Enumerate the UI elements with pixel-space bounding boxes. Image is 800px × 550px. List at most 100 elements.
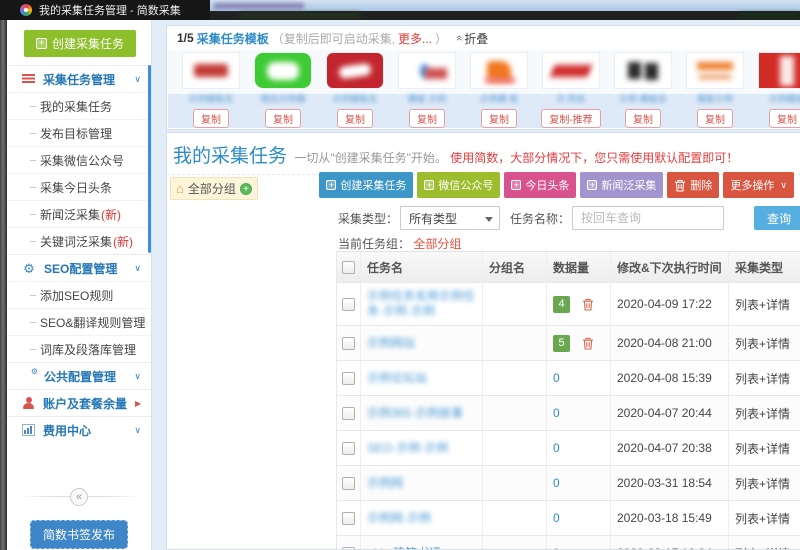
- template-copy-button[interactable]: 复制: [481, 109, 517, 128]
- template-copy-button[interactable]: 复制: [337, 109, 373, 128]
- task-name-link[interactable]: 示例网·示例: [367, 511, 431, 526]
- data-count-link[interactable]: 0: [553, 476, 560, 490]
- action-button-5[interactable]: 删除: [667, 172, 720, 198]
- sidebar-item-label: 发布目标管理: [40, 126, 113, 141]
- sidebar-section-account[interactable]: 账户及套餐余量 ▶: [7, 389, 151, 416]
- browser-tab[interactable]: 我的采集任务管理 - 简数采集: [0, 0, 210, 20]
- fold-template-button[interactable]: « 折叠: [453, 30, 488, 47]
- red-app-logo-icon[interactable]: [326, 52, 384, 89]
- create-collect-task-button[interactable]: + 创建采集任务: [24, 30, 136, 57]
- template-card-label[interactable]: 示例模板名: [188, 92, 233, 105]
- template-copy-button[interactable]: 复制: [697, 109, 733, 128]
- next-run-time: 2020-04-07 20:44: [617, 406, 712, 420]
- template-copy-button[interactable]: 复制: [193, 109, 229, 128]
- task-name-link[interactable]: 示例网: [367, 476, 403, 491]
- row-checkbox[interactable]: [342, 441, 355, 455]
- template-more-link[interactable]: 更多...: [398, 30, 432, 47]
- data-count-badge[interactable]: 4: [553, 295, 570, 313]
- sidebar-section-collect[interactable]: 采集任务管理 ∨: [7, 65, 151, 92]
- sidebar-section-billing[interactable]: 费用中心 ∨: [7, 416, 151, 443]
- sidebar-section-seo[interactable]: ⚙ SEO配置管理 ∨: [7, 254, 151, 281]
- task-name-link[interactable]: 示例365·示例故事: [367, 406, 463, 421]
- template-card-label[interactable]: 微信示例模: [260, 92, 305, 105]
- row-checkbox[interactable]: [342, 336, 355, 350]
- template-copy-button[interactable]: 复制: [409, 109, 445, 128]
- action-button-3[interactable]: + 今日头条: [504, 172, 577, 198]
- collect-type-select[interactable]: 所有类型: [400, 206, 501, 230]
- select-all-checkbox[interactable]: [342, 260, 355, 274]
- template-card-label[interactable]: 示例模 板: [480, 92, 519, 105]
- task-name-link[interactable]: 示例任务名称示例任务·示例·示例: [367, 289, 476, 319]
- group-name-cell: [483, 283, 547, 325]
- green-app-logo-icon[interactable]: [254, 52, 312, 89]
- group-name-cell: [483, 501, 547, 535]
- add-group-icon[interactable]: +: [239, 182, 252, 195]
- data-count-badge[interactable]: 5: [553, 334, 570, 352]
- sidebar-item[interactable]: 添加SEO规则: [7, 281, 151, 308]
- data-count-link[interactable]: 0: [553, 546, 560, 549]
- sidebar-item[interactable]: 关键词泛采集 (新): [7, 227, 151, 254]
- row-checkbox[interactable]: [342, 406, 355, 420]
- red-block-logo-icon[interactable]: [758, 52, 800, 89]
- sidebar-item[interactable]: SEO&翻译规则管理: [7, 308, 151, 335]
- sidebar-scrollbar[interactable]: [148, 65, 151, 253]
- template-card: 示例模板名 复制: [180, 52, 242, 128]
- task-name-link[interactable]: 示例网站: [367, 336, 415, 351]
- template-title-link[interactable]: 采集任务模板: [197, 30, 269, 47]
- template-copy-button[interactable]: 复制: [265, 109, 301, 128]
- row-checkbox[interactable]: [342, 511, 355, 525]
- data-count-link[interactable]: 0: [553, 441, 560, 455]
- table-row: abbs建筑书评 0 2020-03-17 10:34 列表+详情: [337, 536, 800, 550]
- template-copy-button[interactable]: 复制: [625, 109, 661, 128]
- blue-dot-logo-icon[interactable]: [398, 52, 456, 89]
- data-count-link[interactable]: 0: [553, 406, 560, 420]
- collect-type-cell: 列表+详情: [729, 536, 800, 550]
- sidebar-item[interactable]: 我的采集任务: [7, 92, 151, 119]
- group-tag-all[interactable]: ⌂ 全部分组 +: [170, 177, 258, 200]
- task-name-link[interactable]: 示例论坛站: [367, 371, 427, 386]
- action-button-label: 创建采集任务: [340, 180, 407, 192]
- action-button-4[interactable]: + 新闻泛采集: [580, 172, 664, 198]
- action-button-1[interactable]: + 创建采集任务: [319, 172, 414, 198]
- template-card-label[interactable]: 模板示例: [697, 92, 733, 105]
- bookmark-publish-button[interactable]: 简数书签发布: [29, 520, 129, 549]
- template-card-label[interactable]: 示例 模板名: [619, 92, 667, 105]
- action-button-6[interactable]: 更多操作 ∨: [723, 172, 794, 198]
- sidebar-item[interactable]: 采集微信公众号: [7, 146, 151, 173]
- red-text-light-logo-icon[interactable]: [182, 52, 240, 89]
- action-button-2[interactable]: + 微信公众号: [417, 172, 501, 198]
- trash-icon[interactable]: [582, 298, 594, 311]
- row-checkbox[interactable]: [342, 371, 355, 385]
- red-italic-logo-icon[interactable]: [542, 52, 600, 89]
- sidebar-item[interactable]: 采集今日头条: [7, 173, 151, 200]
- template-card-label[interactable]: 示例模板名: [332, 92, 377, 105]
- data-count-link[interactable]: 0: [553, 371, 560, 385]
- template-card-label[interactable]: 示例模板: [769, 92, 800, 105]
- next-run-time: 2020-03-17 10:34: [617, 546, 712, 549]
- template-copy-button[interactable]: 复制-推荐: [541, 109, 601, 128]
- sidebar-item[interactable]: 词库及段落库管理: [7, 335, 151, 362]
- template-card-label[interactable]: 示 例名: [556, 92, 586, 105]
- row-checkbox[interactable]: [342, 476, 355, 490]
- row-checkbox[interactable]: [342, 297, 355, 311]
- template-card-label[interactable]: 模板 示例: [408, 92, 447, 105]
- current-group-value[interactable]: 全部分组: [413, 237, 461, 251]
- trash-icon[interactable]: [582, 337, 594, 350]
- search-button[interactable]: 查询: [754, 206, 800, 230]
- sidebar-item[interactable]: 发布目标管理: [7, 119, 151, 146]
- task-name-link[interactable]: SEO·示例·示例: [367, 441, 448, 456]
- data-count-link[interactable]: 0: [553, 511, 560, 525]
- sidebar-item[interactable]: 新闻泛采集 (新): [7, 200, 151, 227]
- dark-chars-logo-icon[interactable]: [614, 52, 672, 89]
- template-card-list: 示例模板名 复制 微信示例模 复制 示例模板名 复制 模板 示例 复制 示例模 板复制示 例名复…: [168, 50, 800, 128]
- template-copy-button[interactable]: 复制: [769, 109, 800, 128]
- collapse-sidebar-button[interactable]: «: [70, 488, 88, 506]
- orange-mark-logo-icon[interactable]: [470, 52, 528, 89]
- data-count-cell: 0: [547, 536, 611, 549]
- table-header-cell: 分组名: [483, 252, 547, 282]
- task-name-link[interactable]: abbs建筑书评: [367, 546, 441, 550]
- sidebar-section-common[interactable]: 公共配置管理 ∨: [7, 362, 151, 389]
- task-name-input[interactable]: [572, 206, 725, 230]
- orange-text-logo-icon[interactable]: [686, 52, 744, 89]
- row-checkbox[interactable]: [342, 546, 355, 549]
